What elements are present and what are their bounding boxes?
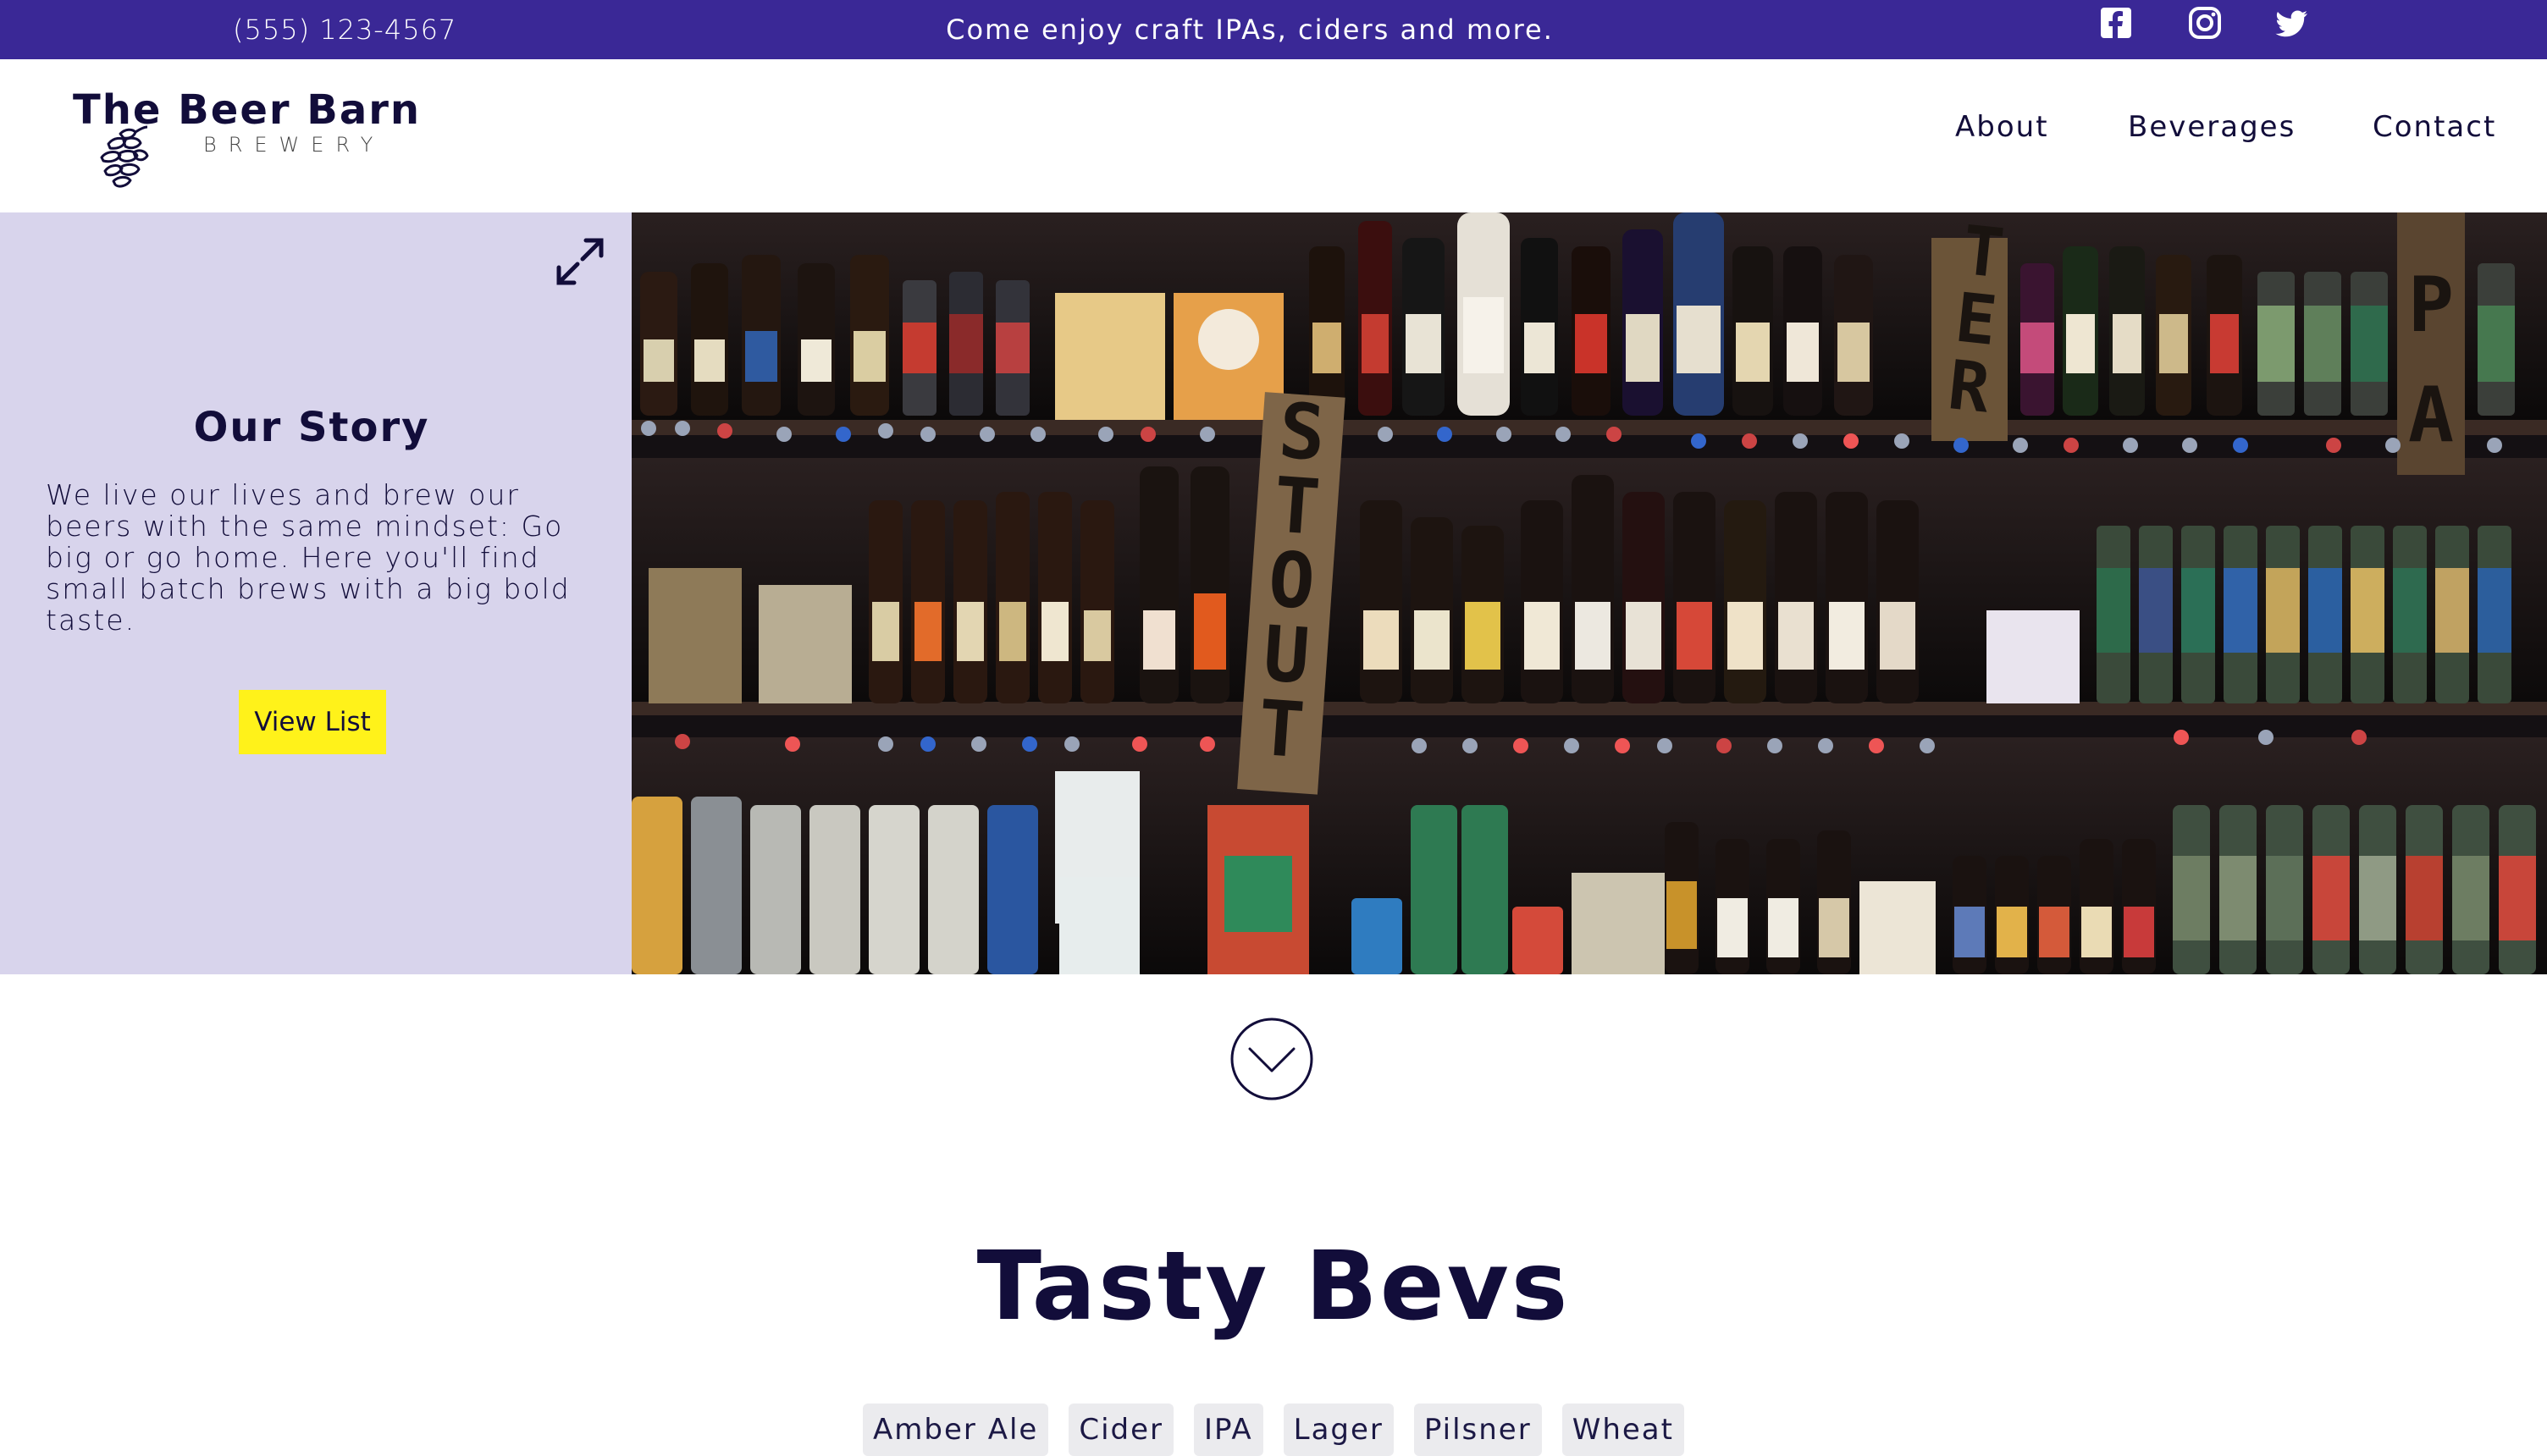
chip-wheat[interactable]: Wheat <box>1561 1404 1684 1456</box>
chip-lager[interactable]: Lager <box>1283 1404 1394 1456</box>
chip-pilsner[interactable]: Pilsner <box>1413 1404 1542 1456</box>
story-title: Our Story <box>193 404 430 451</box>
top-bar: (555) 123-4567 Come enjoy craft IPAs, ci… <box>0 0 2547 59</box>
svg-text:P: P <box>2408 261 2454 350</box>
nav-contact[interactable]: Contact <box>2373 110 2496 144</box>
chip-ipa[interactable]: IPA <box>1194 1404 1263 1456</box>
scroll-down-icon[interactable] <box>1229 1017 1314 1101</box>
facebook-icon[interactable] <box>2098 5 2134 41</box>
nav-beverages[interactable]: Beverages <box>2128 110 2296 144</box>
instagram-icon[interactable] <box>2187 5 2223 41</box>
site-header: The Beer Barn BREWERY About Beverages Co… <box>0 59 2547 212</box>
view-list-button[interactable]: View List <box>239 690 386 754</box>
logo-subtitle: BREWERY <box>203 133 385 157</box>
story-text: We live our lives and brew our beers wit… <box>46 478 571 637</box>
hop-logo-icon <box>100 125 149 188</box>
beer-shelves-illustration: S T O U T T E R P A <box>632 212 2547 974</box>
chip-cider[interactable]: Cider <box>1069 1404 1174 1456</box>
beverage-filter-chips: Amber Ale Cider IPA Lager Pilsner Wheat <box>0 1404 2547 1456</box>
svg-text:A: A <box>2408 371 2454 460</box>
twitter-icon[interactable] <box>2274 5 2310 41</box>
expand-icon[interactable] <box>552 234 608 290</box>
hero-image: S T O U T T E R P A <box>632 212 2547 974</box>
svg-text:T: T <box>1255 684 1307 776</box>
chip-amber-ale[interactable]: Amber Ale <box>863 1404 1049 1456</box>
nav-about[interactable]: About <box>1955 110 2049 144</box>
section-title: Tasty Bevs <box>976 1232 1571 1342</box>
